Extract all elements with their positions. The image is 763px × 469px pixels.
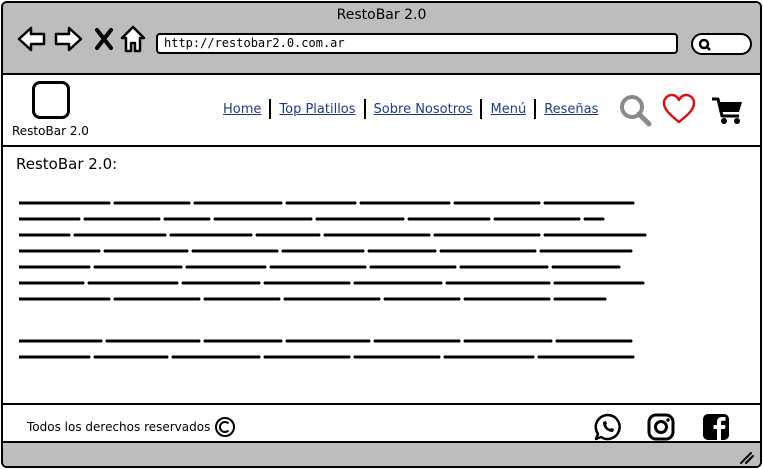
back-arrow-icon[interactable] <box>17 25 47 57</box>
nav-menu[interactable]: Menú <box>482 102 534 117</box>
copyright: Todos los derechos reservados <box>27 416 236 438</box>
resize-grip-icon[interactable] <box>738 449 754 466</box>
nav-sobre-nosotros[interactable]: Sobre Nosotros <box>366 102 481 117</box>
cart-icon[interactable] <box>711 96 745 130</box>
main-nav: Home Top Platillos Sobre Nosotros Menú R… <box>215 99 606 119</box>
main-content: RestoBar 2.0: <box>3 149 760 403</box>
forward-arrow-icon[interactable] <box>53 25 83 57</box>
logo-text: RestoBar 2.0 <box>12 124 89 138</box>
nav-top-platillos[interactable]: Top Platillos <box>271 102 363 117</box>
copyright-icon <box>215 417 236 437</box>
placeholder-text-block <box>19 339 635 359</box>
home-icon[interactable] <box>120 25 146 57</box>
site-footer: Todos los derechos reservados <box>3 403 760 441</box>
window-title: RestoBar 2.0 <box>336 7 427 23</box>
site-header: RestoBar 2.0 Home Top Platillos Sobre No… <box>3 75 760 147</box>
placeholder-text-block <box>19 201 647 301</box>
browser-status-bar <box>3 441 760 466</box>
search-icon[interactable] <box>618 93 652 131</box>
nav-resenas[interactable]: Reseñas <box>536 102 606 117</box>
close-icon[interactable] <box>94 27 114 55</box>
browser-search-button[interactable] <box>691 33 752 55</box>
logo[interactable] <box>32 81 70 119</box>
nav-home[interactable]: Home <box>215 102 269 117</box>
browser-window: RestoBar 2.0 http://restobar2.0.com.ar R… <box>1 1 762 468</box>
copyright-text: Todos los derechos reservados <box>27 420 211 434</box>
page-heading: RestoBar 2.0: <box>16 155 118 173</box>
browser-toolbar: RestoBar 2.0 http://restobar2.0.com.ar <box>3 3 760 75</box>
search-icon <box>698 38 711 51</box>
address-bar[interactable]: http://restobar2.0.com.ar <box>156 33 678 54</box>
heart-icon[interactable] <box>661 93 697 129</box>
